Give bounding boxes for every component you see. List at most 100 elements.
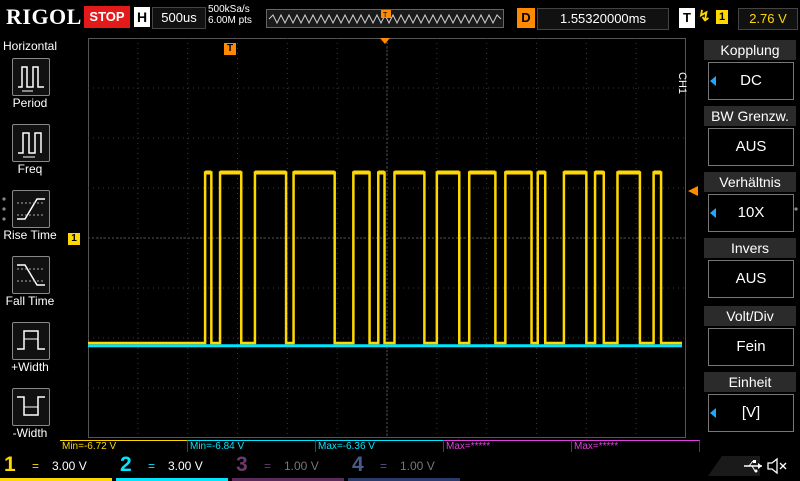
timeline-waveform-icon: T bbox=[268, 10, 502, 25]
ch1-pulse bbox=[563, 170, 587, 175]
run-stop-status[interactable]: STOP bbox=[84, 6, 130, 28]
coupling-value[interactable]: DC bbox=[708, 62, 794, 100]
ch1-pulse bbox=[205, 170, 212, 175]
measure-pos-width-item[interactable]: +Width bbox=[0, 318, 60, 380]
unit-header: Einheit bbox=[704, 372, 796, 392]
ch1-pulse bbox=[293, 170, 335, 175]
measurement-4[interactable]: Max=***** bbox=[444, 440, 572, 452]
channel-4-coupling-icon: = bbox=[380, 459, 388, 473]
measure-rise-time-item[interactable]: Rise Time bbox=[0, 186, 60, 248]
freq-icon[interactable] bbox=[12, 124, 50, 162]
bw-limit-item[interactable]: BW Grenzw. AUS bbox=[704, 106, 796, 168]
channel-settings-menu: Kopplung DC BW Grenzw. AUS Verhältnis 10… bbox=[700, 38, 800, 440]
channel-1-button[interactable]: 1 = 3.00 V bbox=[0, 453, 112, 481]
neg-width-label: -Width bbox=[12, 426, 48, 440]
channel-3-number: 3 bbox=[236, 453, 248, 476]
channel-1-scale: 3.00 V bbox=[52, 459, 87, 473]
period-label: Period bbox=[12, 96, 48, 110]
memory-timeline-bar[interactable]: T bbox=[266, 9, 504, 28]
ch1-pulse bbox=[353, 170, 370, 175]
left-menu-title: Horizontal bbox=[3, 39, 58, 53]
measurement-bar: Min=-6.72 V Min=-6.84 V Max=-6.36 V Max=… bbox=[60, 440, 700, 452]
delay-value[interactable]: 1.55320000ms bbox=[537, 8, 669, 30]
volt-div-header: Volt/Div bbox=[704, 306, 796, 326]
channel-3-button[interactable]: 3 = 1.00 V bbox=[232, 453, 344, 481]
unit-value[interactable]: [V] bbox=[708, 394, 794, 432]
channel-bar: 1 = 3.00 V 2 = 3.00 V 3 = 1.00 V 4 = 1.0… bbox=[0, 452, 800, 481]
ch1-pulse bbox=[505, 170, 532, 175]
rise-time-icon[interactable] bbox=[12, 190, 50, 228]
fall-time-label: Fall Time bbox=[5, 294, 55, 308]
neg-width-icon[interactable] bbox=[12, 388, 50, 426]
usb-icon[interactable] bbox=[742, 458, 764, 474]
top-status-bar: RIGOL STOP H 500us 500kSa/s 6.00M pts T … bbox=[0, 0, 800, 36]
pos-width-icon[interactable] bbox=[12, 322, 50, 360]
fall-time-icon[interactable] bbox=[12, 256, 50, 294]
channel-menu-tag: CH1 bbox=[676, 72, 688, 95]
ch1-reference-marker[interactable]: 1 bbox=[68, 233, 80, 245]
invert-item[interactable]: Invers AUS bbox=[704, 238, 796, 300]
coupling-arrow-icon bbox=[710, 76, 716, 86]
measure-freq-item[interactable]: Freq bbox=[0, 120, 60, 182]
pos-width-label: +Width bbox=[11, 360, 49, 374]
measurement-3[interactable]: Max=-6.36 V bbox=[316, 440, 444, 452]
measure-neg-width-item[interactable]: -Width bbox=[0, 384, 60, 446]
acquisition-info: 500kSa/s 6.00M pts bbox=[208, 4, 252, 26]
trigger-level-marker-icon[interactable] bbox=[688, 186, 698, 196]
channel-3-scale: 1.00 V bbox=[284, 459, 319, 473]
ch1-pulse bbox=[220, 170, 242, 175]
measurement-2[interactable]: Min=-6.84 V bbox=[188, 440, 316, 452]
ch1-pulse bbox=[254, 170, 287, 175]
svg-text:T: T bbox=[383, 12, 388, 19]
sound-muted-icon[interactable] bbox=[766, 457, 788, 475]
horizontal-measure-menu: Horizontal Period Freq Rise Time Fall Ti… bbox=[0, 38, 60, 440]
bw-limit-header: BW Grenzw. bbox=[704, 106, 796, 126]
channel-1-number: 1 bbox=[4, 453, 16, 476]
trigger-label: T bbox=[679, 8, 695, 28]
coupling-item[interactable]: Kopplung DC bbox=[704, 40, 796, 102]
measure-period-item[interactable]: Period bbox=[0, 54, 60, 116]
brand-logo: RIGOL bbox=[6, 4, 82, 29]
measure-fall-time-item[interactable]: Fall Time bbox=[0, 252, 60, 314]
ch1-pulse bbox=[595, 170, 604, 175]
channel-4-scale: 1.00 V bbox=[400, 459, 435, 473]
ch1-pulse bbox=[394, 170, 425, 175]
channel-2-number: 2 bbox=[120, 453, 132, 476]
ch1-pulse bbox=[436, 170, 460, 175]
probe-ratio-arrow-icon bbox=[710, 208, 716, 218]
sample-rate: 500kSa/s bbox=[208, 4, 250, 15]
rise-time-label: Rise Time bbox=[3, 228, 57, 242]
probe-ratio-item[interactable]: Verhältnis 10X bbox=[704, 172, 796, 234]
trigger-level[interactable]: 2.76 V bbox=[738, 8, 798, 30]
trigger-source: 1 bbox=[716, 10, 728, 24]
volt-div-value[interactable]: Fein bbox=[708, 328, 794, 366]
period-icon[interactable] bbox=[12, 58, 50, 96]
channel-3-coupling-icon: = bbox=[264, 459, 272, 473]
measurement-1[interactable]: Min=-6.72 V bbox=[60, 440, 188, 452]
timebase-value[interactable]: 500us bbox=[152, 7, 206, 29]
ch1-pulse bbox=[537, 170, 546, 175]
channel-2-button[interactable]: 2 = 3.00 V bbox=[116, 453, 228, 481]
waveform-display[interactable] bbox=[88, 38, 686, 438]
invert-value[interactable]: AUS bbox=[708, 260, 794, 298]
horizontal-label: H bbox=[134, 7, 150, 27]
volt-div-item[interactable]: Volt/Div Fein bbox=[704, 306, 796, 368]
unit-item[interactable]: Einheit [V] bbox=[704, 372, 796, 434]
ch1-pulse bbox=[653, 170, 662, 175]
delay-label: D bbox=[517, 8, 535, 28]
channel-1-coupling-icon: = bbox=[32, 459, 40, 473]
trigger-position-marker[interactable]: T bbox=[224, 43, 236, 55]
ch1-pulse bbox=[378, 170, 385, 175]
ch1-pulse bbox=[617, 170, 640, 175]
freq-label: Freq bbox=[17, 162, 43, 176]
channel-4-button[interactable]: 4 = 1.00 V bbox=[348, 453, 460, 481]
coupling-header: Kopplung bbox=[704, 40, 796, 60]
bw-limit-value[interactable]: AUS bbox=[708, 128, 794, 166]
probe-ratio-value[interactable]: 10X bbox=[708, 194, 794, 232]
center-marker-icon bbox=[380, 38, 390, 44]
memory-depth: 6.00M pts bbox=[208, 15, 252, 26]
measurement-5[interactable]: Max=***** bbox=[572, 440, 700, 452]
unit-arrow-icon bbox=[710, 408, 716, 418]
ch1-trace bbox=[88, 171, 682, 345]
trigger-slope-icon: ↯ bbox=[698, 8, 711, 25]
